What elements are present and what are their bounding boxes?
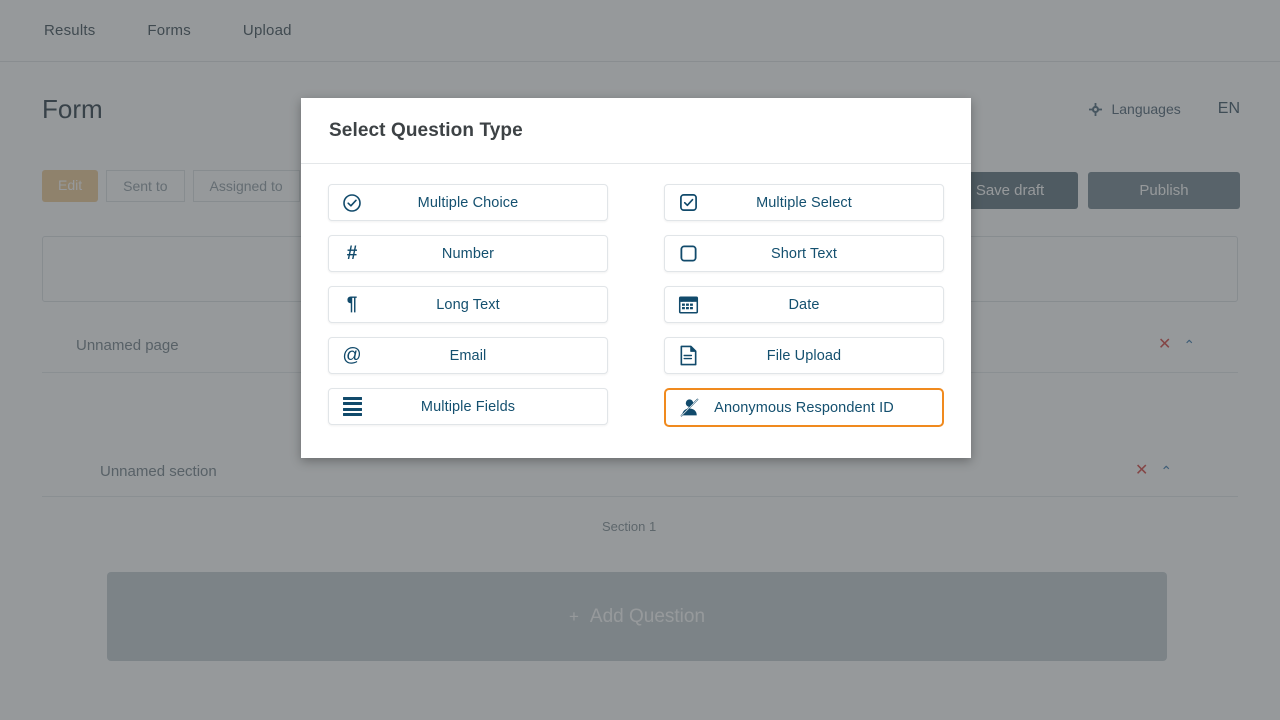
- question-type-label: Email: [449, 347, 487, 364]
- app-root: Results Forms Upload Form Languages EN: [0, 0, 1280, 720]
- question-type-short-text[interactable]: Short Text: [664, 235, 944, 272]
- question-type-label: Date: [788, 296, 820, 313]
- question-type-long-text[interactable]: ¶ Long Text: [328, 286, 608, 323]
- paragraph-icon: ¶: [346, 294, 358, 315]
- circle-check-icon: [341, 192, 363, 214]
- calendar-icon: [677, 294, 699, 316]
- question-type-number[interactable]: # Number: [328, 235, 608, 272]
- question-type-label: Multiple Choice: [417, 194, 519, 211]
- list-bars-icon: [341, 396, 363, 418]
- question-type-file-upload[interactable]: File Upload: [664, 337, 944, 374]
- question-type-date[interactable]: Date: [664, 286, 944, 323]
- question-type-label: Number: [441, 245, 495, 262]
- question-type-column-left: Multiple Choice # Number ¶ Long Text @ E…: [328, 184, 608, 458]
- at-sign-icon: @: [342, 345, 362, 366]
- anonymous-user-icon: [678, 397, 700, 419]
- hash-icon: #: [346, 243, 358, 264]
- question-type-anonymous-respondent-id[interactable]: Anonymous Respondent ID: [664, 388, 944, 427]
- select-question-type-dialog: Select Question Type Multiple Choice # N…: [301, 98, 971, 458]
- checkbox-checked-icon: [677, 192, 699, 214]
- question-type-multiple-select[interactable]: Multiple Select: [664, 184, 944, 221]
- question-type-label: Anonymous Respondent ID: [714, 399, 894, 416]
- dialog-body: Multiple Choice # Number ¶ Long Text @ E…: [301, 164, 971, 458]
- question-type-label: Multiple Select: [756, 194, 852, 211]
- square-empty-icon: [677, 243, 699, 265]
- question-type-multiple-fields[interactable]: Multiple Fields: [328, 388, 608, 425]
- question-type-label: Short Text: [770, 245, 838, 262]
- question-type-column-right: Multiple Select Short Text Date File Upl…: [664, 184, 944, 458]
- question-type-label: Long Text: [436, 296, 500, 313]
- question-type-multiple-choice[interactable]: Multiple Choice: [328, 184, 608, 221]
- question-type-label: File Upload: [766, 347, 842, 364]
- dialog-title: Select Question Type: [329, 119, 523, 141]
- question-type-label: Multiple Fields: [420, 398, 516, 415]
- document-icon: [677, 345, 699, 367]
- question-type-email[interactable]: @ Email: [328, 337, 608, 374]
- dialog-header: Select Question Type: [301, 98, 971, 164]
